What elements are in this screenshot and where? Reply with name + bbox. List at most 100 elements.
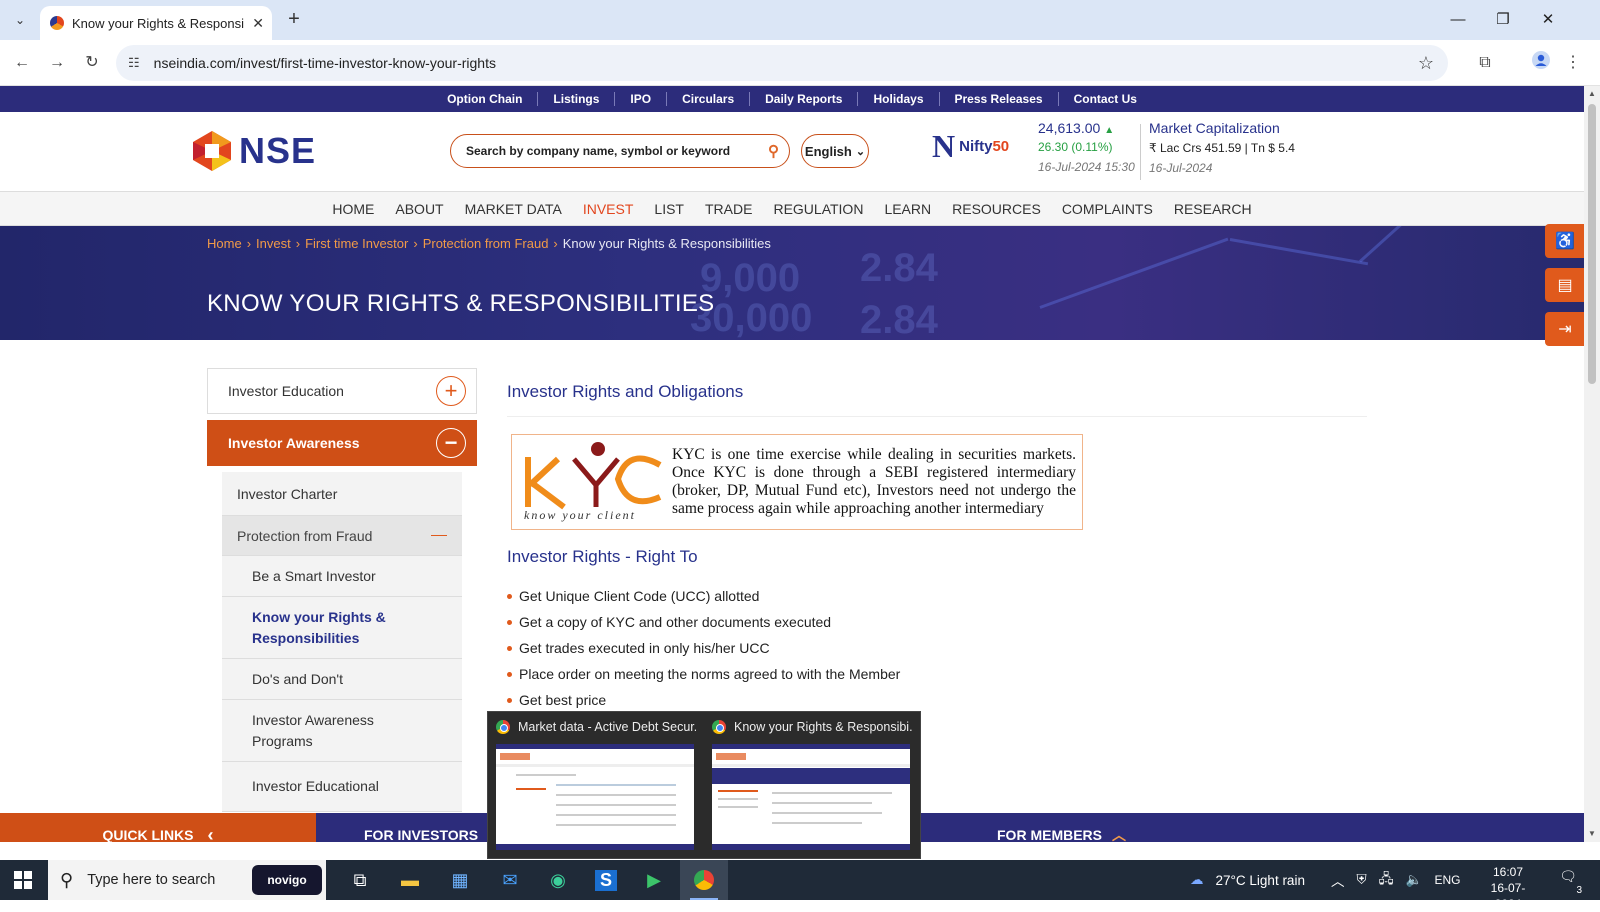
- url-bar[interactable]: ☷ nseindia.com/invest/first-time-investo…: [116, 45, 1448, 81]
- accessibility-button[interactable]: ♿: [1545, 224, 1584, 258]
- reload-button[interactable]: ↻: [80, 51, 104, 75]
- new-tab-button[interactable]: +: [282, 8, 306, 32]
- chevron-up-icon[interactable]: ︿: [1331, 870, 1345, 890]
- restore-button[interactable]: ❐: [1488, 8, 1518, 32]
- taskbar-search-input[interactable]: ⚲ Type here to search novigo: [48, 860, 326, 900]
- submenu-awareness-programs[interactable]: Investor Awareness Programs: [222, 700, 462, 762]
- profile-icon[interactable]: [1528, 51, 1554, 75]
- search-icon[interactable]: ⚲: [768, 142, 779, 160]
- list-item: Get Unique Client Code (UCC) allotted: [507, 583, 1367, 609]
- nav-learn[interactable]: LEARN: [874, 201, 942, 217]
- banner-deco-number: 9,000: [700, 256, 801, 300]
- plus-circle-icon[interactable]: +: [436, 376, 466, 406]
- weather-icon[interactable]: ☁: [1190, 872, 1204, 888]
- chevron-down-icon: ⌄: [855, 145, 866, 158]
- top-link-listings[interactable]: Listings: [537, 92, 614, 106]
- scroll-thumb[interactable]: [1588, 104, 1596, 384]
- bookmark-star-icon[interactable]: ☆: [1418, 53, 1434, 74]
- close-tab-icon[interactable]: ✕: [252, 15, 264, 32]
- top-link-ipo[interactable]: IPO: [614, 92, 666, 106]
- app-s-button[interactable]: S: [582, 860, 630, 900]
- novigo-badge[interactable]: novigo: [252, 865, 322, 895]
- submenu-know-your-rights[interactable]: Know your Rights & Responsibilities: [222, 597, 462, 659]
- media-app-button[interactable]: ▶: [630, 860, 678, 900]
- top-link-option-chain[interactable]: Option Chain: [432, 92, 537, 106]
- minus-icon[interactable]: [431, 534, 447, 537]
- top-link-circulars[interactable]: Circulars: [666, 92, 749, 106]
- for-members-button[interactable]: FOR MEMBERS ︿: [997, 813, 1126, 842]
- main-content: Investor Rights and Obligations know you…: [507, 382, 1367, 713]
- breadcrumb-link[interactable]: Home: [207, 236, 242, 251]
- thumbnail-window-2[interactable]: Know your Rights & Responsibi...: [704, 712, 914, 860]
- extensions-icon[interactable]: ⧉: [1472, 51, 1498, 75]
- scroll-up-arrow-icon[interactable]: ▲: [1584, 86, 1600, 102]
- nav-market-data[interactable]: MARKET DATA: [454, 201, 572, 217]
- store-button[interactable]: ▦: [436, 860, 484, 900]
- chevron-right-icon: ›: [553, 236, 558, 251]
- submenu-educational[interactable]: Investor Educational: [222, 762, 462, 812]
- page-scrollbar[interactable]: ▲ ▼: [1584, 86, 1600, 842]
- nav-invest[interactable]: INVEST: [572, 201, 644, 217]
- top-link-holidays[interactable]: Holidays: [857, 92, 938, 106]
- menu-kebab-icon[interactable]: ⋮: [1560, 51, 1586, 75]
- forward-button[interactable]: →: [45, 51, 69, 75]
- chrome-taskbar-button[interactable]: [680, 860, 728, 900]
- breadcrumb-link[interactable]: Protection from Fraud: [423, 236, 549, 251]
- back-button[interactable]: ←: [10, 51, 34, 75]
- browser-tab-active[interactable]: Know your Rights & Responsibi ✕: [40, 6, 272, 40]
- top-link-press-releases[interactable]: Press Releases: [938, 92, 1058, 106]
- language-value: English: [804, 143, 852, 159]
- nav-research[interactable]: RESEARCH: [1163, 201, 1262, 217]
- submenu-dos-donts[interactable]: Do's and Don't: [222, 659, 462, 700]
- start-button[interactable]: [0, 860, 46, 900]
- nse-logo[interactable]: NSE: [191, 128, 331, 174]
- login-button[interactable]: ⇥: [1545, 312, 1584, 346]
- network-icon[interactable]: 🖧: [1379, 869, 1394, 892]
- top-link-daily-reports[interactable]: Daily Reports: [749, 92, 857, 106]
- menu-investor-education[interactable]: Investor Education +: [207, 368, 477, 414]
- taskbar-clock[interactable]: 16:07 16-07-2024: [1478, 864, 1538, 912]
- site-info-icon[interactable]: ☷: [128, 55, 140, 71]
- login-arrow-icon: ⇥: [1558, 321, 1572, 338]
- nav-trade[interactable]: TRADE: [695, 201, 763, 217]
- for-investors-button[interactable]: FOR INVESTORS ︿: [364, 813, 502, 842]
- nav-complaints[interactable]: COMPLAINTS: [1051, 201, 1163, 217]
- nav-home[interactable]: HOME: [322, 201, 385, 217]
- nav-about[interactable]: ABOUT: [385, 201, 454, 217]
- security-icon[interactable]: ⛨: [1356, 872, 1366, 888]
- mail-button[interactable]: ✉: [486, 860, 534, 900]
- input-language[interactable]: ENG: [1434, 873, 1460, 887]
- submenu-investor-charter[interactable]: Investor Charter: [222, 472, 462, 516]
- store-icon: ▦: [451, 869, 469, 890]
- nifty50-logo[interactable]: N Nifty50: [932, 128, 1009, 165]
- top-utility-links: Option Chain Listings IPO Circulars Daily Re…: [0, 86, 1584, 112]
- close-window-button[interactable]: ✕: [1533, 8, 1563, 32]
- file-explorer-button[interactable]: ▬: [386, 860, 434, 900]
- notification-center-button[interactable]: 🗨 3: [1556, 868, 1582, 896]
- site-search-input[interactable]: Search by company name, symbol or keywor…: [450, 134, 790, 168]
- logo-text: NSE: [239, 130, 317, 171]
- top-link-contact-us[interactable]: Contact Us: [1057, 92, 1152, 106]
- breadcrumb-link[interactable]: First time Investor: [305, 236, 408, 251]
- tab-search-button[interactable]: ⌄: [8, 8, 32, 32]
- edge-button[interactable]: ◉: [534, 860, 582, 900]
- quick-links-button[interactable]: QUICK LINKS ‹: [0, 813, 316, 842]
- nav-regulation[interactable]: REGULATION: [763, 201, 874, 217]
- minimize-button[interactable]: —: [1443, 8, 1473, 32]
- submenu-label: Know your Rights & Responsibilities: [252, 608, 386, 646]
- submenu-protection-from-fraud[interactable]: Protection from Fraud: [222, 516, 462, 556]
- minus-circle-icon[interactable]: −: [436, 428, 466, 458]
- weather-text[interactable]: 27°C Light rain: [1216, 873, 1305, 888]
- search-icon: ⚲: [60, 869, 74, 890]
- nav-resources[interactable]: RESOURCES: [942, 201, 1052, 217]
- breadcrumb-link[interactable]: Invest: [256, 236, 291, 251]
- scroll-down-arrow-icon[interactable]: ▼: [1584, 826, 1600, 842]
- task-view-button[interactable]: ⧉: [336, 860, 384, 900]
- volume-icon[interactable]: 🔈: [1406, 872, 1423, 888]
- language-select[interactable]: English ⌄: [801, 134, 869, 168]
- menu-investor-awareness[interactable]: Investor Awareness −: [207, 420, 477, 466]
- thumbnail-window-1[interactable]: Market data - Active Debt Secur...: [488, 712, 698, 860]
- clipboard-button[interactable]: ▤: [1545, 268, 1584, 302]
- submenu-be-smart-investor[interactable]: Be a Smart Investor: [222, 556, 462, 597]
- nav-list[interactable]: LIST: [644, 201, 695, 217]
